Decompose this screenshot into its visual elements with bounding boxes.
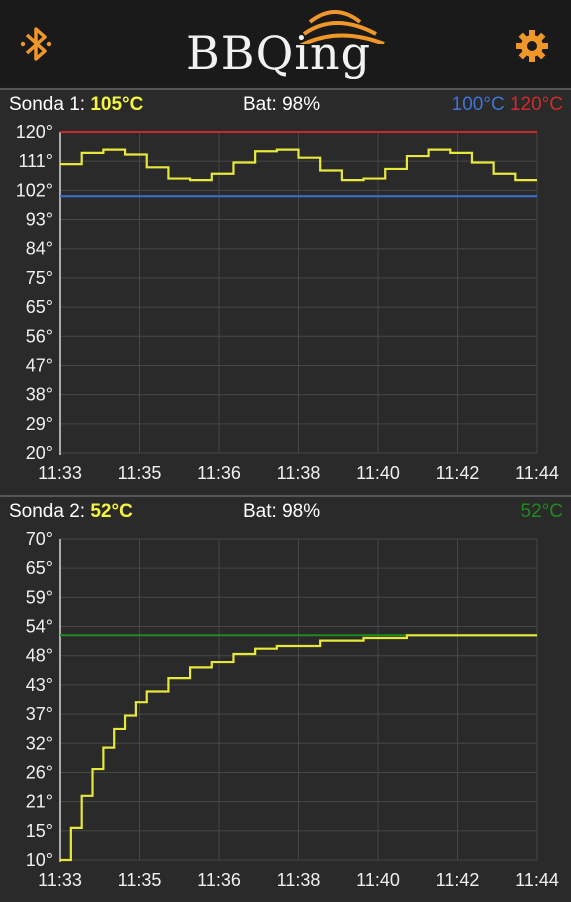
y-tick-label: 38°	[26, 385, 53, 405]
x-tick-label: 11:44	[515, 870, 559, 890]
app-logo: BBQing	[180, 4, 390, 84]
y-tick-label: 56°	[26, 326, 53, 346]
y-tick-label: 47°	[26, 355, 53, 375]
probe1-temperature: 105°C	[90, 94, 144, 115]
probe2-chart: 70°65°59°54°48°43°37°32°26°21°15°10°11:3…	[26, 529, 559, 890]
app-header: BBQing	[0, 0, 571, 86]
x-tick-label: 11:35	[118, 463, 162, 483]
y-tick-label: 21°	[26, 792, 53, 812]
probe2-battery: Bat: 98%	[243, 501, 321, 522]
x-tick-label: 11:40	[356, 463, 400, 483]
probe1-header: Sonda 1: 105°C Bat: 98% 100°C 120°C	[0, 90, 571, 120]
y-tick-label: 37°	[26, 704, 53, 724]
probe2-target: 52°C	[521, 497, 563, 527]
probe1-status: Sonda 1: 105°C	[9, 94, 144, 115]
gear-icon[interactable]	[514, 28, 550, 64]
y-tick-label: 15°	[26, 821, 53, 841]
y-tick-label: 43°	[26, 675, 53, 695]
y-tick-label: 20°	[26, 443, 53, 463]
y-tick-label: 75°	[26, 268, 53, 288]
x-tick-label: 11:38	[277, 463, 321, 483]
probe1-low-limit: 100°C	[451, 94, 505, 115]
y-tick-label: 59°	[26, 587, 53, 607]
probe2-temperature: 52°C	[90, 501, 133, 522]
y-tick-label: 29°	[26, 414, 53, 434]
probe1-high-limit: 120°C	[509, 94, 563, 115]
y-tick-label: 84°	[26, 239, 53, 259]
logo-text: BBQing	[186, 26, 372, 80]
y-tick-label: 65°	[26, 558, 53, 578]
x-tick-label: 11:35	[118, 870, 162, 890]
probe2-header: Sonda 2: 52°C Bat: 98% 52°C	[0, 497, 571, 527]
x-tick-label: 11:38	[277, 870, 321, 890]
x-tick-label: 11:36	[197, 870, 241, 890]
y-tick-label: 48°	[26, 646, 53, 666]
y-tick-label: 32°	[26, 733, 53, 753]
probe2-target-temp: 52°C	[520, 501, 563, 522]
x-tick-label: 11:40	[356, 870, 400, 890]
y-tick-label: 26°	[26, 762, 53, 782]
x-tick-label: 11:36	[197, 463, 241, 483]
y-tick-label: 102°	[16, 180, 53, 200]
y-tick-label: 120°	[16, 122, 53, 142]
bluetooth-icon[interactable]	[18, 24, 56, 64]
probe1-chart: 120°111°102°93°84°75°65°56°47°38°29°20°1…	[16, 122, 559, 483]
probe1-limits: 100°C 120°C	[452, 90, 563, 120]
y-tick-label: 65°	[26, 297, 53, 317]
x-tick-label: 11:33	[38, 870, 82, 890]
x-tick-label: 11:44	[515, 463, 559, 483]
probe1-battery: Bat: 98%	[243, 94, 321, 115]
y-tick-label: 70°	[26, 529, 53, 549]
probe2-status: Sonda 2: 52°C	[9, 501, 133, 522]
probe2-panel: 70° 65° 59° 54° 48° 43° 37° 32° 26° 21° 15° 10° 11:3…	[0, 495, 571, 902]
y-tick-label: 10°	[26, 850, 53, 870]
probe1-panel: 120° 111° 102° 93° 84° 75° 65° 56° 47° 38° 29° 20° 1…	[0, 88, 571, 495]
x-tick-label: 11:42	[436, 463, 480, 483]
x-tick-label: 11:33	[38, 463, 82, 483]
y-tick-label: 93°	[26, 210, 53, 230]
x-tick-label: 11:42	[436, 870, 480, 890]
y-tick-label: 54°	[26, 617, 53, 637]
y-tick-label: 111°	[18, 151, 53, 171]
